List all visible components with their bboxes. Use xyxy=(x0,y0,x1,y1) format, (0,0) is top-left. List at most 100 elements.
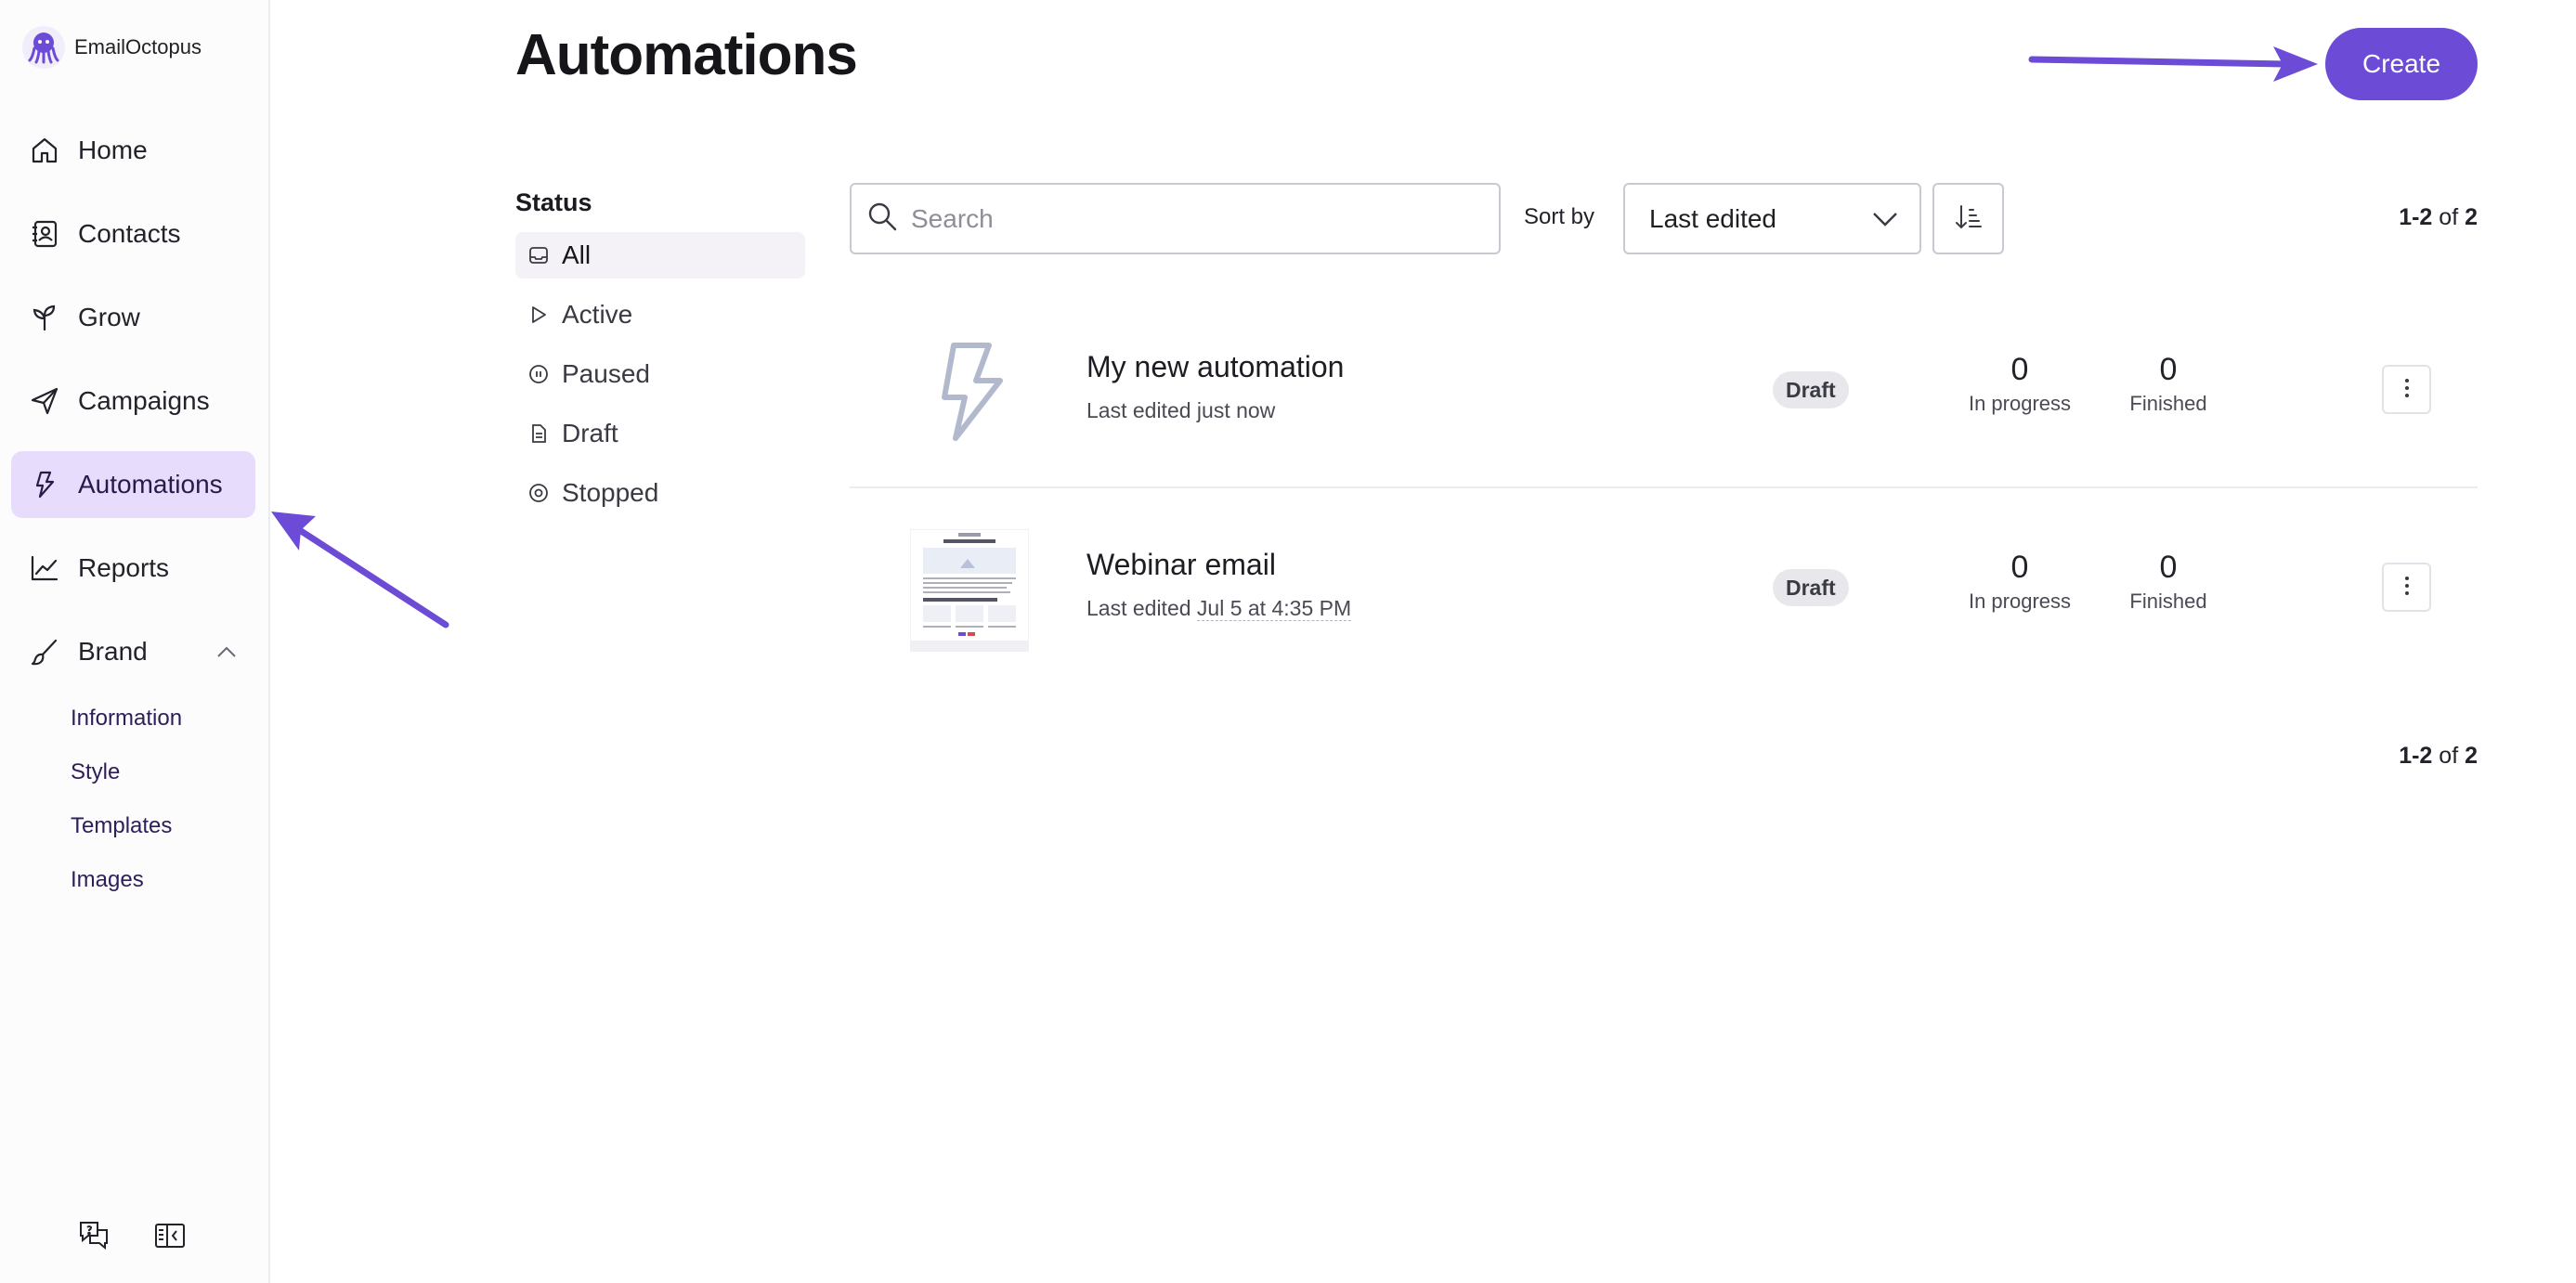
in-progress-count: 0 xyxy=(2010,550,2029,585)
stop-circle-icon xyxy=(528,483,549,503)
send-icon xyxy=(28,384,61,418)
sort-direction-button[interactable] xyxy=(1932,183,2004,254)
last-edited-prefix: Last edited xyxy=(1086,596,1197,620)
status-filter-label: Paused xyxy=(562,359,650,388)
status-filter-label: Active xyxy=(562,300,633,329)
inbox-icon xyxy=(528,245,549,266)
nav-item-brand[interactable]: Brand xyxy=(11,618,255,685)
sort-select-value: Last edited xyxy=(1649,203,1776,233)
chart-line-icon xyxy=(28,551,61,585)
automation-last-edited: Last edited just now xyxy=(1086,398,1275,423)
arrow-to-automations-icon xyxy=(271,512,449,629)
sort-descending-icon xyxy=(1954,202,1984,235)
status-filter-active[interactable]: Active xyxy=(515,292,805,338)
brand-subnav: Information Style Templates Images xyxy=(71,692,182,907)
automation-last-edited: Last edited Jul 5 at 4:35 PM xyxy=(1086,596,1352,621)
home-icon xyxy=(28,134,61,167)
status-filter-label: Stopped xyxy=(562,478,659,507)
octopus-logo-icon xyxy=(22,26,65,69)
last-edited-date: just now xyxy=(1196,398,1276,422)
page-title: Automations xyxy=(515,23,858,87)
in-progress-stat: 0 In progress xyxy=(1955,352,2085,416)
automation-title[interactable]: My new automation xyxy=(1086,350,1344,384)
finished-label: Finished xyxy=(2129,392,2207,415)
nav-item-contacts[interactable]: Contacts xyxy=(11,201,255,267)
status-filter-list: All Active Paused Draft Stopped xyxy=(515,232,805,529)
play-icon xyxy=(528,305,549,325)
row-actions-button[interactable] xyxy=(2382,563,2431,612)
collapse-sidebar-icon[interactable] xyxy=(152,1218,188,1253)
in-progress-count: 0 xyxy=(2010,352,2029,387)
create-button[interactable]: Create xyxy=(2325,28,2478,100)
finished-count: 0 xyxy=(2159,352,2178,387)
nav-item-home[interactable]: Home xyxy=(11,117,255,184)
document-icon xyxy=(528,423,549,444)
automation-row[interactable]: My new automation Last edited just now D… xyxy=(850,291,2478,488)
finished-stat: 0 Finished xyxy=(2103,352,2233,416)
contacts-icon xyxy=(28,217,61,251)
nav-label: Automations xyxy=(78,470,223,499)
pagination-top: 1-2 of 2 xyxy=(2399,204,2478,231)
lightning-icon xyxy=(28,468,61,501)
pagination-range: 1-2 xyxy=(2399,204,2433,230)
finished-count: 0 xyxy=(2159,550,2178,585)
more-vertical-icon xyxy=(2404,378,2410,401)
sidebar: EmailOctopus Home Contacts Grow Campaign… xyxy=(0,0,270,1283)
email-preview-thumbnail xyxy=(909,525,1030,655)
nav-label: Brand xyxy=(78,637,148,666)
sort-select[interactable]: Last edited xyxy=(1623,183,1921,254)
last-edited-prefix: Last edited xyxy=(1086,398,1197,422)
status-filter-label: All xyxy=(562,240,592,269)
brush-icon xyxy=(28,635,61,668)
search-field[interactable] xyxy=(850,183,1501,254)
pagination-total: 2 xyxy=(2465,204,2478,230)
search-icon xyxy=(866,201,898,237)
in-progress-label: In progress xyxy=(1968,392,2072,415)
chevron-down-icon xyxy=(1871,205,1899,233)
in-progress-label: In progress xyxy=(1968,590,2072,613)
nav-label: Reports xyxy=(78,553,170,582)
brand-logo-link[interactable]: EmailOctopus xyxy=(22,26,202,69)
status-filter-paused[interactable]: Paused xyxy=(515,351,805,397)
in-progress-stat: 0 In progress xyxy=(1955,550,2085,614)
nav-item-campaigns[interactable]: Campaigns xyxy=(11,368,255,434)
nav-label: Contacts xyxy=(78,219,181,248)
email-preview-image xyxy=(910,529,1029,652)
subnav-item-templates[interactable]: Templates xyxy=(71,799,182,853)
pagination-total: 2 xyxy=(2465,743,2478,769)
automation-row[interactable]: Webinar email Last edited Jul 5 at 4:35 … xyxy=(850,488,2478,686)
search-input[interactable] xyxy=(911,203,1468,234)
finished-stat: 0 Finished xyxy=(2103,550,2233,614)
more-vertical-icon xyxy=(2404,576,2410,599)
nav-label: Grow xyxy=(78,303,140,331)
chevron-up-icon[interactable] xyxy=(216,642,237,662)
status-badge: Draft xyxy=(1773,569,1849,606)
status-filter-all[interactable]: All xyxy=(515,232,805,279)
pause-circle-icon xyxy=(528,364,549,384)
finished-label: Finished xyxy=(2129,590,2207,613)
status-filter-stopped[interactable]: Stopped xyxy=(515,470,805,516)
main-nav: Home Contacts Grow Campaigns Automations xyxy=(11,117,255,702)
nav-item-reports[interactable]: Reports xyxy=(11,535,255,602)
subnav-item-information[interactable]: Information xyxy=(71,692,182,745)
lightning-icon xyxy=(909,328,1030,458)
subnav-item-images[interactable]: Images xyxy=(71,853,182,907)
pagination-range: 1-2 xyxy=(2399,743,2433,769)
pagination-bottom: 1-2 of 2 xyxy=(2399,743,2478,770)
row-actions-button[interactable] xyxy=(2382,365,2431,414)
help-chat-icon[interactable] xyxy=(76,1218,111,1253)
status-filter-label: Draft xyxy=(562,419,618,447)
app-name: EmailOctopus xyxy=(74,35,202,58)
automation-title[interactable]: Webinar email xyxy=(1086,548,1276,582)
last-edited-date: Jul 5 at 4:35 PM xyxy=(1196,596,1352,621)
status-filter-draft[interactable]: Draft xyxy=(515,410,805,457)
subnav-item-style[interactable]: Style xyxy=(71,745,182,799)
sprout-icon xyxy=(28,301,61,334)
status-filter-heading: Status xyxy=(515,188,592,216)
arrow-to-create-icon xyxy=(2028,46,2318,82)
nav-label: Home xyxy=(78,136,148,164)
pagination-of: of xyxy=(2432,204,2465,230)
nav-item-automations[interactable]: Automations xyxy=(11,451,255,518)
sidebar-footer xyxy=(76,1218,188,1253)
nav-item-grow[interactable]: Grow xyxy=(11,284,255,351)
